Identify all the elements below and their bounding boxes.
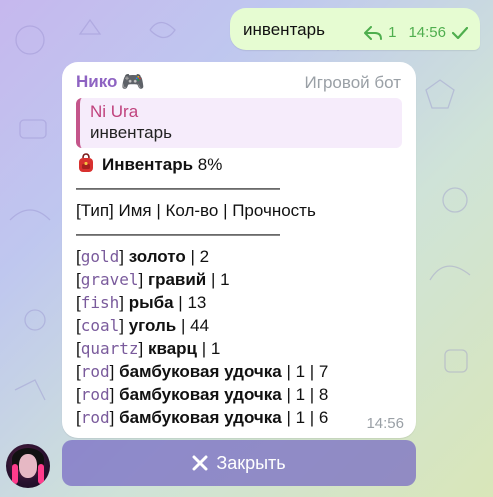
incoming-message-time: 14:56 [366,415,404,432]
item-quantity: | 1 | 8 [281,385,329,404]
check-icon [452,26,468,39]
reply-text: инвентарь [90,123,172,142]
inventory-title-line: Инвентарь 8% [76,153,328,176]
inventory-item: [rod] бамбуковая удочка | 1 | 6 [76,408,329,427]
inventory-item: [gold] золото | 2 [76,247,210,266]
outgoing-message-time: 14:56 [408,24,446,41]
item-quantity: | 44 [176,316,210,335]
item-name: золото [128,247,186,266]
incoming-message-bubble[interactable]: Нико 🎮 Игровой бот Ni Ura инвентарь Инве… [62,62,416,438]
item-name: рыба [128,293,174,312]
item-quantity: | 1 [206,270,230,289]
outgoing-message-meta: 1 14:56 [364,24,468,41]
sender-row: Нико 🎮 [76,72,145,92]
reply-quote[interactable]: Ni Ura инвентарь [76,98,402,148]
item-type-tag: coal [80,316,120,335]
item-name: гравий [147,270,207,289]
backpack-icon [76,153,96,173]
item-name: уголь [128,316,177,335]
separator-bottom: ———————————— [76,224,280,243]
separator-top: ———————————— [76,178,280,197]
avatar[interactable] [6,444,50,488]
close-button-label: Закрыть [216,452,286,473]
inventory-message-body: Инвентарь 8% ———————————— [Тип] Имя | Ко… [76,153,328,429]
inventory-item: [rod] бамбуковая удочка | 1 | 7 [76,362,329,381]
inventory-percent: 8% [197,155,223,174]
item-quantity: | 13 [173,293,207,312]
bot-label: Игровой бот [304,73,401,92]
reply-author: Ni Ura [90,102,139,121]
gamepad-emoji: 🎮 [121,71,146,93]
item-name: кварц [147,339,198,358]
item-type-tag: rod [80,385,110,404]
close-button[interactable]: Закрыть [62,440,416,486]
item-quantity: | 1 | 7 [281,362,329,381]
inventory-item: [rod] бамбуковая удочка | 1 | 8 [76,385,329,404]
inventory-item: [fish] рыба | 13 [76,293,207,312]
item-quantity: | 2 [185,247,210,266]
item-type-tag: gold [80,247,120,266]
inventory-item: [gravel] гравий | 1 [76,270,230,289]
item-type-tag: gravel [80,270,139,289]
inventory-header: [Тип] Имя | Кол-во | Прочность [76,201,316,220]
inventory-item: [coal] уголь | 44 [76,316,210,335]
sender-name[interactable]: Нико [76,72,117,92]
item-type-tag: fish [80,293,120,312]
reply-count: 1 [388,24,397,41]
item-type-tag: rod [80,362,110,381]
item-quantity: | 1 | 6 [281,408,329,427]
inventory-item: [quartz] кварц | 1 [76,339,221,358]
item-type-tag: quartz [80,339,139,358]
inventory-title: Инвентарь [102,155,194,174]
x-icon [192,455,208,471]
outgoing-message-bubble[interactable]: инвентарь 1 14:56 [230,8,480,50]
item-name: бамбуковая удочка [119,408,282,427]
item-quantity: | 1 [197,339,221,358]
item-name: бамбуковая удочка [119,362,282,381]
outgoing-message-text: инвентарь [243,20,325,39]
item-type-tag: rod [80,408,110,427]
reply-arrow-icon[interactable] [364,25,383,40]
item-name: бамбуковая удочка [119,385,282,404]
